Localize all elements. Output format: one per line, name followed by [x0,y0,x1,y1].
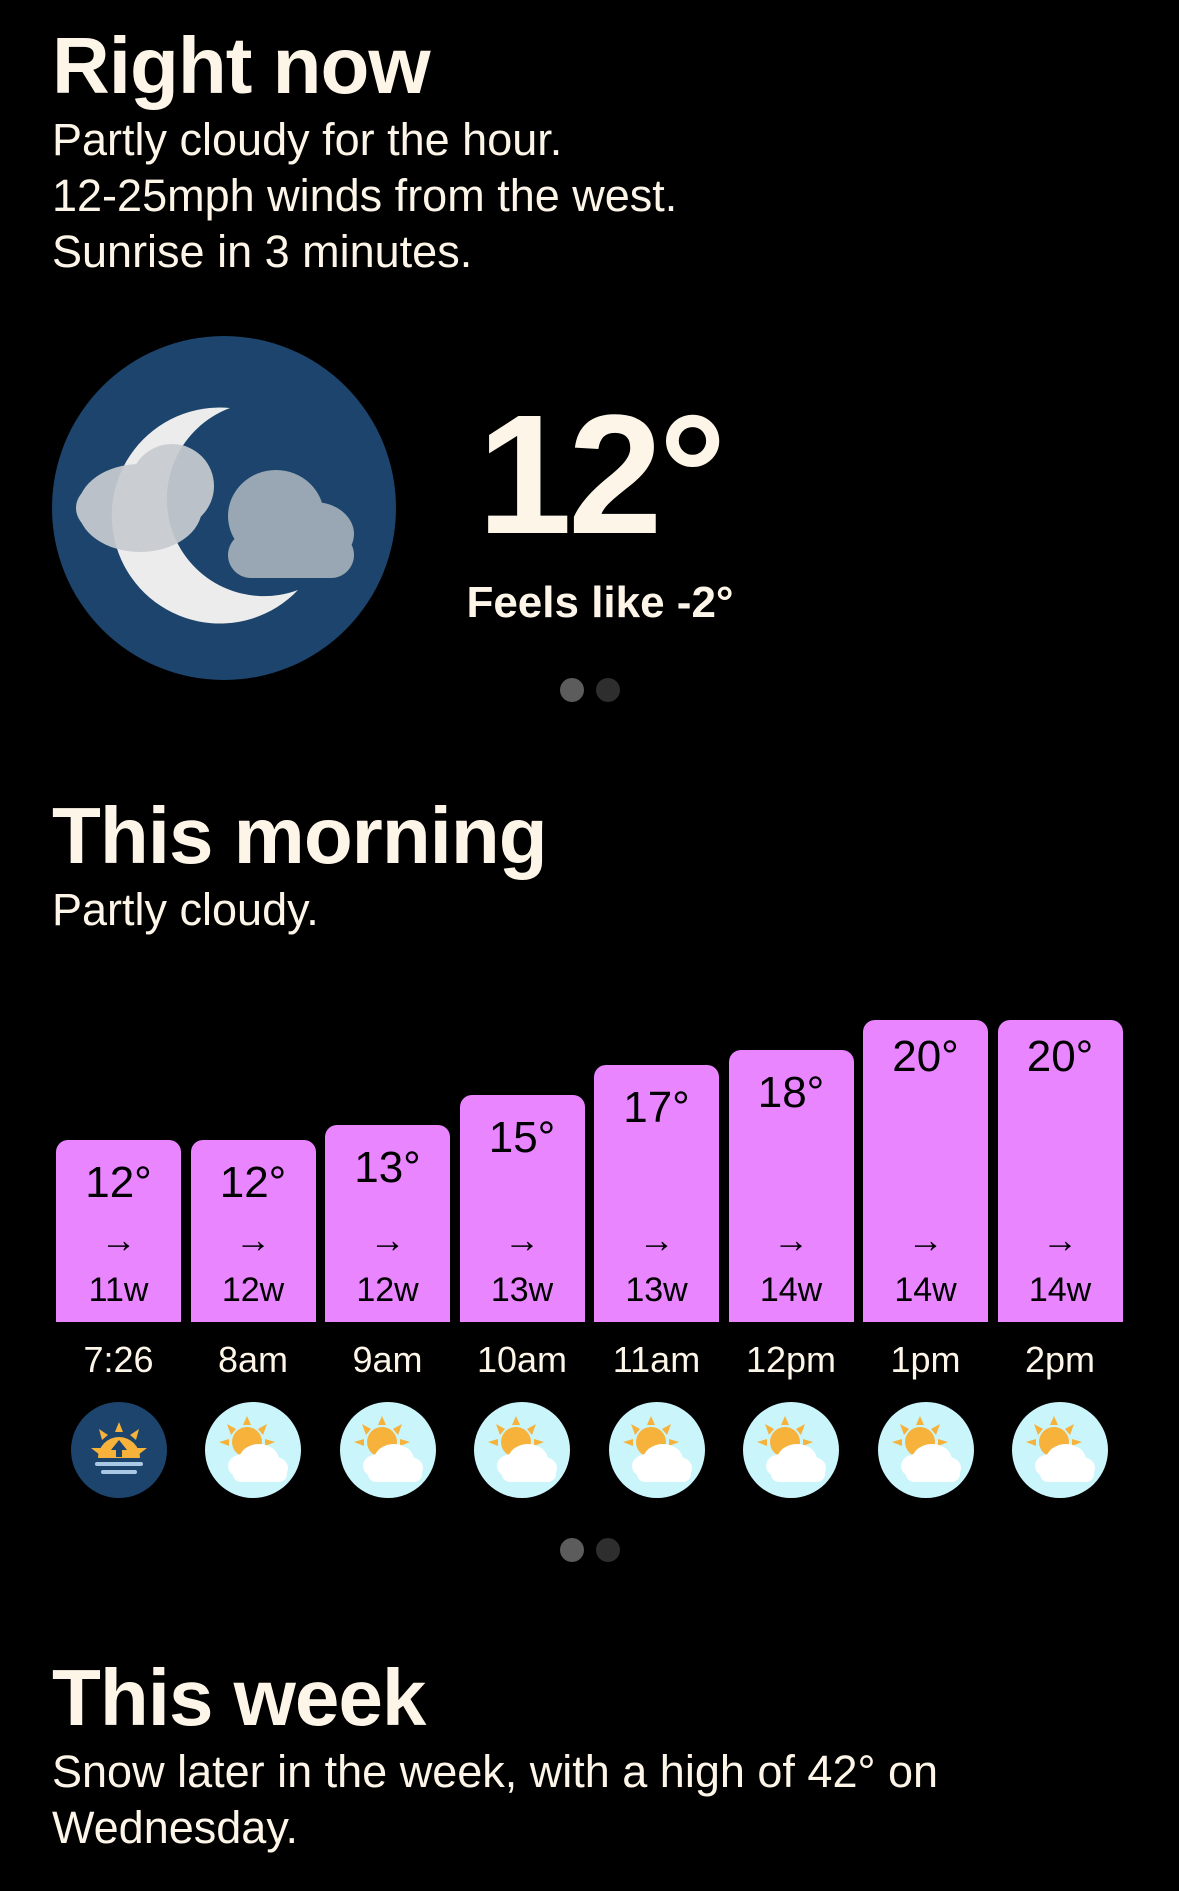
hourly-bar[interactable]: 12° → 12w [190,1140,316,1322]
partly-sunny-icon [339,1402,436,1498]
partly-sunny-icon [1012,1402,1108,1498]
hourly-bar[interactable]: 17° → 13w [594,1065,719,1322]
wind-arrow-icon: → [907,1219,944,1260]
partly-sunny-icon [205,1402,301,1498]
right-now-title: Right now [52,21,431,110]
hourly-temperature-label: 13° [354,1143,421,1192]
page-dot-1[interactable] [559,1538,584,1562]
current-temperature-block: 12° Feels like -2° [420,390,780,628]
hourly-wind-label: 14w [894,1271,957,1309]
partly-sunny-icon [743,1402,839,1498]
right-now-line-1: Partly cloudy for the hour. [52,114,563,165]
hourly-bar[interactable]: 18° → 14w [728,1050,854,1322]
hourly-time-label: 11am [612,1339,701,1380]
partly-sunny-icon [608,1402,705,1498]
hourly-wind-label: 13w [625,1271,688,1309]
page-dot-2[interactable] [595,1538,620,1562]
hourly-time-label: 12pm [745,1339,837,1380]
partly-sunny-icon [474,1402,570,1498]
page-indicator-now[interactable] [0,678,1179,702]
hourly-wind-label: 12w [356,1271,419,1309]
partly-sunny-icon [877,1402,974,1498]
hourly-time-label: 10am [476,1339,568,1380]
hourly-temperature-label: 12° [85,1158,152,1207]
this-week-summary: Snow later in the week, with a high of 4… [52,1746,939,1853]
hourly-temperature-label: 20° [1026,1032,1094,1081]
wind-arrow-icon: → [369,1219,406,1260]
hourly-temperature-label: 17° [623,1083,690,1132]
wind-arrow-icon: → [235,1219,271,1260]
page-indicator-morning[interactable] [0,1538,1179,1562]
wind-arrow-icon: → [100,1219,137,1260]
page-dot-2[interactable] [595,678,620,702]
this-morning-summary: Partly cloudy. [52,884,319,935]
hourly-time-label: 8am [217,1339,289,1380]
hourly-bar[interactable]: 13° → 12w [325,1125,450,1322]
hourly-temperature-label: 18° [757,1068,825,1117]
sunrise-icon [70,1402,167,1498]
right-now-line-2: 12-25mph winds from the west. [52,170,678,221]
hourly-temperature-label: 15° [488,1113,556,1162]
hourly-bar[interactable]: 15° → 13w [459,1095,585,1322]
wind-arrow-icon: → [1042,1219,1078,1260]
feels-like: Feels like -2° [466,578,734,627]
right-now-section: Right now Partly cloudy for the hour. 12… [52,20,1127,280]
hourly-wind-label: 14w [759,1271,823,1309]
wind-arrow-icon: → [504,1219,540,1260]
hourly-bar[interactable]: 12° → 11w [56,1140,181,1322]
hourly-time-label: 1pm [890,1339,961,1380]
wind-arrow-icon: → [773,1219,809,1260]
hourly-time-label: 7:26 [83,1339,154,1380]
hourly-temperature-chart[interactable]: 12° → 11w 12° → 12w 13° → 12w 15° → 13w 17° → 13w 18° → 1… [56,1010,1126,1322]
right-now-line-3: Sunrise in 3 minutes. [52,226,473,277]
moon-cloud-icon [52,336,396,680]
hourly-wind-label: 13w [490,1271,554,1309]
hourly-temperature-label: 20° [892,1032,959,1081]
wind-arrow-icon: → [638,1219,675,1260]
this-week-title: This week [52,1653,426,1742]
hourly-wind-label: 14w [1028,1271,1092,1309]
hourly-wind-label: 12w [221,1271,285,1309]
hourly-time-label: 2pm [1024,1339,1096,1380]
this-morning-title: This morning [52,791,548,880]
page-dot-1[interactable] [559,678,584,702]
this-week-section: This week Snow later in the week, with a… [52,1652,1127,1856]
hourly-wind-label: 11w [88,1271,149,1309]
current-temperature: 12° [477,380,726,570]
hourly-bar[interactable]: 20° → 14w [997,1020,1123,1322]
hourly-time-label: 9am [352,1339,423,1380]
hourly-bar[interactable]: 20° → 14w [863,1020,988,1322]
this-morning-section: This morning Partly cloudy. [52,790,1127,938]
hourly-temperature-label: 12° [219,1158,287,1207]
